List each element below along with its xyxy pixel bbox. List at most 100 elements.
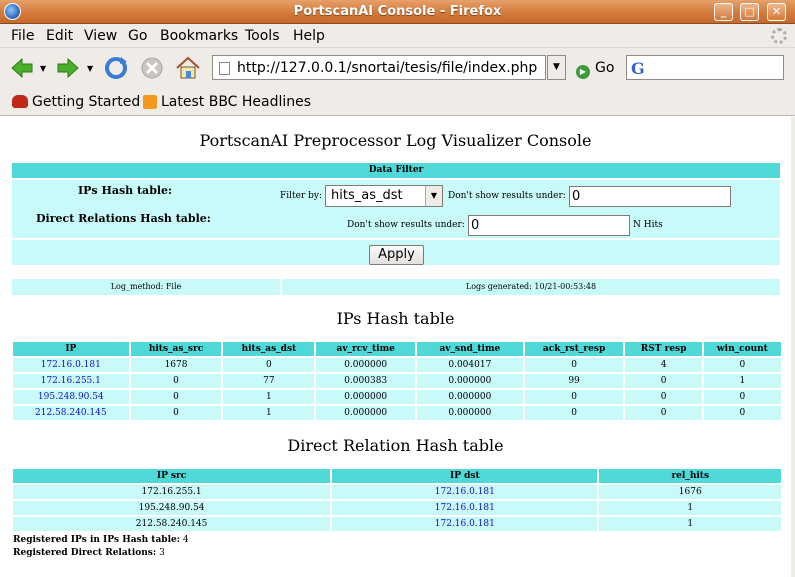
- go-button[interactable]: ▶ Go: [576, 60, 614, 79]
- dont-show-label: Don't show results under:: [448, 191, 566, 201]
- ip-link[interactable]: 212.58.240.145: [13, 406, 129, 420]
- ips-col-av-rcv-time[interactable]: av_rcv_time: [316, 342, 416, 356]
- url-history-dropdown[interactable]: ▼: [547, 55, 566, 80]
- window-title: PortscanAI Console - Firefox: [293, 4, 502, 19]
- minimize-button[interactable]: _: [714, 3, 733, 21]
- forward-dropdown-icon[interactable]: ▼: [87, 64, 93, 73]
- table-cell: 0: [524, 358, 624, 372]
- table-row: 195.248.90.54 172.16.0.181 1: [13, 501, 781, 515]
- table-cell: 0.000383: [316, 374, 416, 388]
- search-input[interactable]: G: [626, 55, 784, 80]
- menu-bookmarks[interactable]: Bookmarks: [160, 28, 238, 44]
- relations-table-title: Direct Relation Hash table: [287, 436, 504, 455]
- table-cell: 0.000000: [417, 374, 523, 388]
- ip-link[interactable]: 172.16.0.181: [332, 485, 598, 499]
- throbber-icon: [771, 28, 787, 44]
- table-cell: 1676: [599, 485, 781, 499]
- registered-relations-value: 3: [159, 548, 165, 558]
- registered-ips-value: 4: [182, 535, 189, 545]
- divider: [12, 238, 780, 240]
- ips-col-hits-as-dst[interactable]: hits_as_dst: [223, 342, 315, 356]
- table-cell: 99: [524, 374, 624, 388]
- table-cell: 0: [223, 358, 315, 372]
- go-arrow-icon: ▶: [576, 65, 590, 79]
- menu-edit[interactable]: Edit: [46, 28, 73, 44]
- window-titlebar: PortscanAI Console - Firefox _ □ ✕: [0, 0, 795, 24]
- table-cell: 212.58.240.145: [13, 517, 331, 531]
- ips-hash-label: IPs Hash table:: [78, 184, 173, 197]
- table-cell: 0: [703, 358, 781, 372]
- menu-go[interactable]: Go: [128, 28, 147, 44]
- back-arrow-icon[interactable]: [8, 54, 36, 82]
- window-edge: [791, 117, 795, 577]
- table-cell: 1: [703, 374, 781, 388]
- min-hits-input[interactable]: 0: [569, 186, 731, 207]
- menu-tools[interactable]: Tools: [245, 28, 280, 44]
- ip-link[interactable]: 172.16.0.181: [332, 501, 598, 515]
- log-info-bar: Log_method: File Logs generated: 10/21-0…: [12, 279, 780, 295]
- table-row: 195.248.90.54 0 1 0.000000 0.000000 0 0 …: [13, 390, 781, 404]
- table-row: 212.58.240.145 0 1 0.000000 0.000000 0 0…: [13, 406, 781, 420]
- menu-help[interactable]: Help: [293, 28, 325, 44]
- ips-col-win-count[interactable]: win_count: [703, 342, 781, 356]
- table-cell: 77: [223, 374, 315, 388]
- forward-arrow-icon[interactable]: [54, 54, 82, 82]
- ips-col-ack-rst-resp[interactable]: ack_rst_resp: [524, 342, 624, 356]
- ip-link[interactable]: 172.16.255.1: [13, 374, 129, 388]
- google-icon[interactable]: G: [631, 59, 645, 78]
- rel-col-ip-src: IP src: [13, 469, 331, 483]
- data-filter-panel: Data Filter IPs Hash table: Direct Relat…: [12, 163, 780, 267]
- stop-icon[interactable]: [138, 54, 166, 82]
- direct-relation-hash-table: IP src IP dst rel_hits 172.16.255.1 172.…: [11, 467, 783, 533]
- menu-view[interactable]: View: [84, 28, 117, 44]
- min-relation-hits-input[interactable]: 0: [468, 215, 630, 236]
- table-row: 172.16.255.1 0 77 0.000383 0.000000 99 0…: [13, 374, 781, 388]
- reload-icon[interactable]: [102, 54, 130, 82]
- apply-button[interactable]: Apply: [369, 245, 424, 265]
- table-cell: 172.16.255.1: [13, 485, 331, 499]
- registered-relations-label: Registered Direct Relations:: [13, 548, 157, 558]
- chevron-down-icon: ▼: [425, 186, 442, 206]
- table-cell: 1678: [130, 358, 222, 372]
- ips-col-hits-as-src[interactable]: hits_as_src: [130, 342, 222, 356]
- ips-table-header-row: IP hits_as_src hits_as_dst av_rcv_time a…: [13, 342, 781, 356]
- maximize-button[interactable]: □: [740, 3, 759, 21]
- filter-by-select[interactable]: hits_as_dst ▼: [325, 185, 443, 207]
- home-icon[interactable]: [174, 54, 202, 82]
- rel-col-rel-hits[interactable]: rel_hits: [599, 469, 781, 483]
- table-cell: 0.000000: [417, 390, 523, 404]
- bookmark-bbc-headlines[interactable]: Latest BBC Headlines: [161, 94, 311, 110]
- url-bar[interactable]: http://127.0.0.1/snortai/tesis/file/inde…: [212, 55, 546, 80]
- table-cell: 0.004017: [417, 358, 523, 372]
- ips-col-rst-resp[interactable]: RST resp: [625, 342, 702, 356]
- ip-link[interactable]: 172.16.0.181: [332, 517, 598, 531]
- table-cell: 0.000000: [417, 406, 523, 420]
- menu-file[interactable]: File: [11, 28, 34, 44]
- ip-link[interactable]: 195.248.90.54: [13, 390, 129, 404]
- back-dropdown-icon[interactable]: ▼: [40, 64, 46, 73]
- direct-relations-label: Direct Relations Hash table:: [36, 212, 211, 225]
- firefox-bookmark-icon: [12, 95, 28, 108]
- n-hits-label: N Hits: [633, 220, 663, 230]
- filter-by-value: hits_as_dst: [331, 188, 403, 203]
- ip-link[interactable]: 172.16.0.181: [13, 358, 129, 372]
- log-method: Log_method: File: [12, 279, 280, 295]
- registered-ips-label: Registered IPs in IPs Hash table:: [13, 535, 181, 545]
- table-row: 172.16.255.1 172.16.0.181 1676: [13, 485, 781, 499]
- filter-by-label: Filter by:: [280, 191, 322, 201]
- data-filter-header: Data Filter: [12, 163, 780, 178]
- table-cell: 0.000000: [316, 406, 416, 420]
- table-cell: 0.000000: [316, 358, 416, 372]
- table-cell: 1: [599, 517, 781, 531]
- table-cell: 0: [703, 390, 781, 404]
- bookmark-getting-started[interactable]: Getting Started: [32, 94, 140, 110]
- table-cell: 0: [524, 390, 624, 404]
- table-cell: 0.000000: [316, 390, 416, 404]
- dont-show-label-2: Don't show results under:: [347, 220, 465, 230]
- close-button[interactable]: ✕: [767, 3, 786, 21]
- table-cell: 4: [625, 358, 702, 372]
- ips-col-av-snd-time[interactable]: av_snd_time: [417, 342, 523, 356]
- table-cell: 1: [223, 390, 315, 404]
- page-icon: [219, 62, 230, 75]
- ips-table-title: IPs Hash table: [336, 309, 455, 328]
